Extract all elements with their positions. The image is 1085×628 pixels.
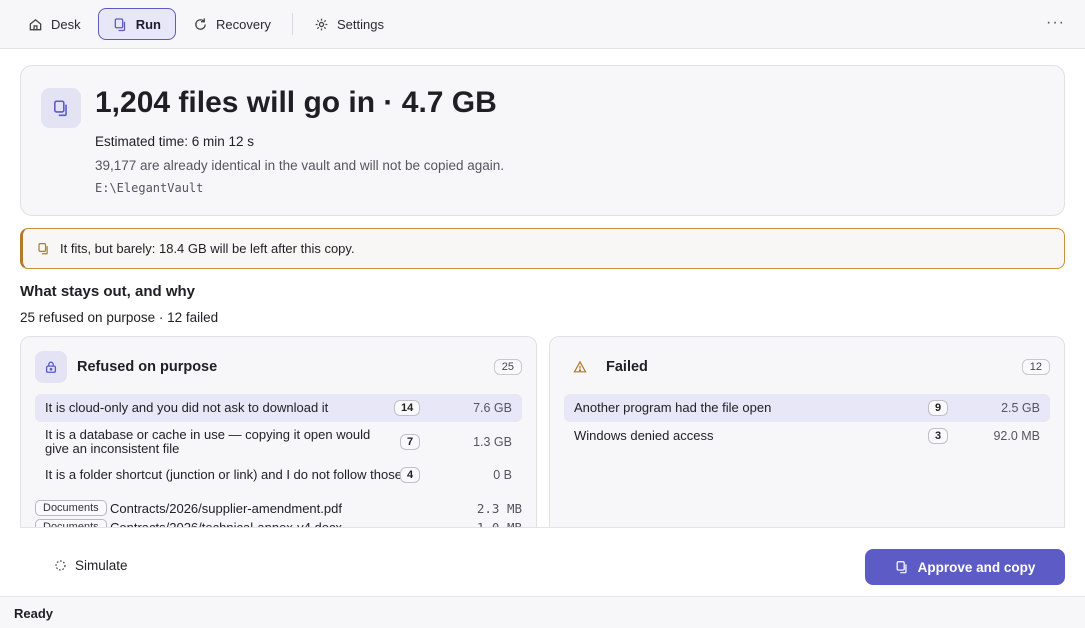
file-list-item[interactable]: Documents Contracts/2026/supplier-amendm… [35,499,522,517]
more-menu-button[interactable]: ··· [1046,14,1065,32]
reason-count: 3 [928,428,949,444]
summary-icon-box [41,88,81,128]
warning-text: It fits, but barely: 18.4 GB will be lef… [60,241,355,256]
reason-size: 92.0 MB [993,429,1040,443]
nav-tab-settings[interactable]: Settings [300,8,398,40]
refused-reason-row[interactable]: It is a folder shortcut (junction or lin… [35,462,522,488]
nav-tab-recovery[interactable]: Recovery [179,8,285,40]
reason-size: 1.3 GB [473,435,512,449]
reason-size: 2.5 GB [1001,401,1040,415]
file-category-tag: Documents [35,500,107,516]
nav-tab-label: Settings [337,16,384,32]
reason-text: It is cloud-only and you did not ask to … [45,400,329,415]
reason-count: 4 [400,467,421,483]
refused-panel: Refused on purpose 25 It is cloud-only a… [20,336,537,536]
reason-count: 9 [928,400,949,416]
file-size: 2.3 MB [476,501,522,516]
home-icon [29,18,42,30]
section-title: What stays out, and why [20,283,196,300]
status-bar: Ready [0,596,1085,628]
refused-reason-row[interactable]: It is cloud-only and you did not ask to … [35,394,522,422]
warning-icon [573,360,587,373]
failed-panel: Failed 12 Another program had the file o… [549,336,1065,536]
space-warning-banner: It fits, but barely: 18.4 GB will be lef… [20,228,1065,269]
identical-files-note: 39,177 are already identical in the vaul… [95,158,505,173]
nav-divider [292,13,293,35]
nav-tab-label: Recovery [216,16,271,32]
reason-size: 7.6 GB [473,401,512,415]
reason-text: Windows denied access [574,428,714,443]
reason-text: It is a database or cache in use — copyi… [45,427,371,456]
failed-reason-row[interactable]: Windows denied access 3 92.0 MB [564,422,1050,450]
reason-count: 7 [400,434,421,450]
reason-size: 0 B [493,468,512,482]
nav-tab-label: Desk [51,16,81,32]
gear-icon [315,18,328,30]
refused-reason-row[interactable]: It is a database or cache in use — copyi… [35,425,522,459]
failed-reason-row[interactable]: Another program had the file open 9 2.5 … [564,394,1050,422]
nav-tab-run[interactable]: Run [98,8,176,40]
nav-tab-label: Run [135,16,161,32]
reason-text: Another program had the file open [574,400,772,415]
failed-title: Failed [606,359,648,375]
estimated-time: Estimated time: 6 min 12 s [95,134,255,149]
copy-icon [54,100,67,117]
reason-text: It is a folder shortcut (junction or lin… [45,467,402,482]
file-name: Contracts/2026/supplier-amendment.pdf [110,501,342,516]
simulate-label: Simulate [75,558,128,573]
failed-count-badge: 12 [1021,359,1050,375]
section-subtitle: 25 refused on purpose · 12 failed [20,310,219,325]
action-bar: Simulate Approve and copy [20,527,1065,596]
refused-title: Refused on purpose [77,359,218,375]
warning-icon-box [564,351,596,383]
top-nav: Desk Run Recovery Settings ··· [0,0,1085,49]
vault-path: E:\ElegantVault [95,181,204,195]
nav-tab-desk[interactable]: Desk [14,8,95,40]
lock-icon-box [35,351,67,383]
summary-card: 1,204 files will go in · 4.7 GB Estimate… [20,65,1065,216]
lock-icon [45,361,57,373]
refused-count-badge: 25 [493,359,522,375]
approve-and-copy-button[interactable]: Approve and copy [865,549,1065,585]
page-title: 1,204 files will go in · 4.7 GB [95,86,497,119]
refresh-icon [195,17,206,30]
spinner-icon [55,560,66,571]
copy-icon [896,561,907,574]
approve-label: Approve and copy [917,559,1036,575]
copy-icon [38,243,48,255]
simulate-button[interactable]: Simulate [54,558,128,573]
reason-count: 14 [394,400,421,416]
copy-icon [114,17,126,31]
